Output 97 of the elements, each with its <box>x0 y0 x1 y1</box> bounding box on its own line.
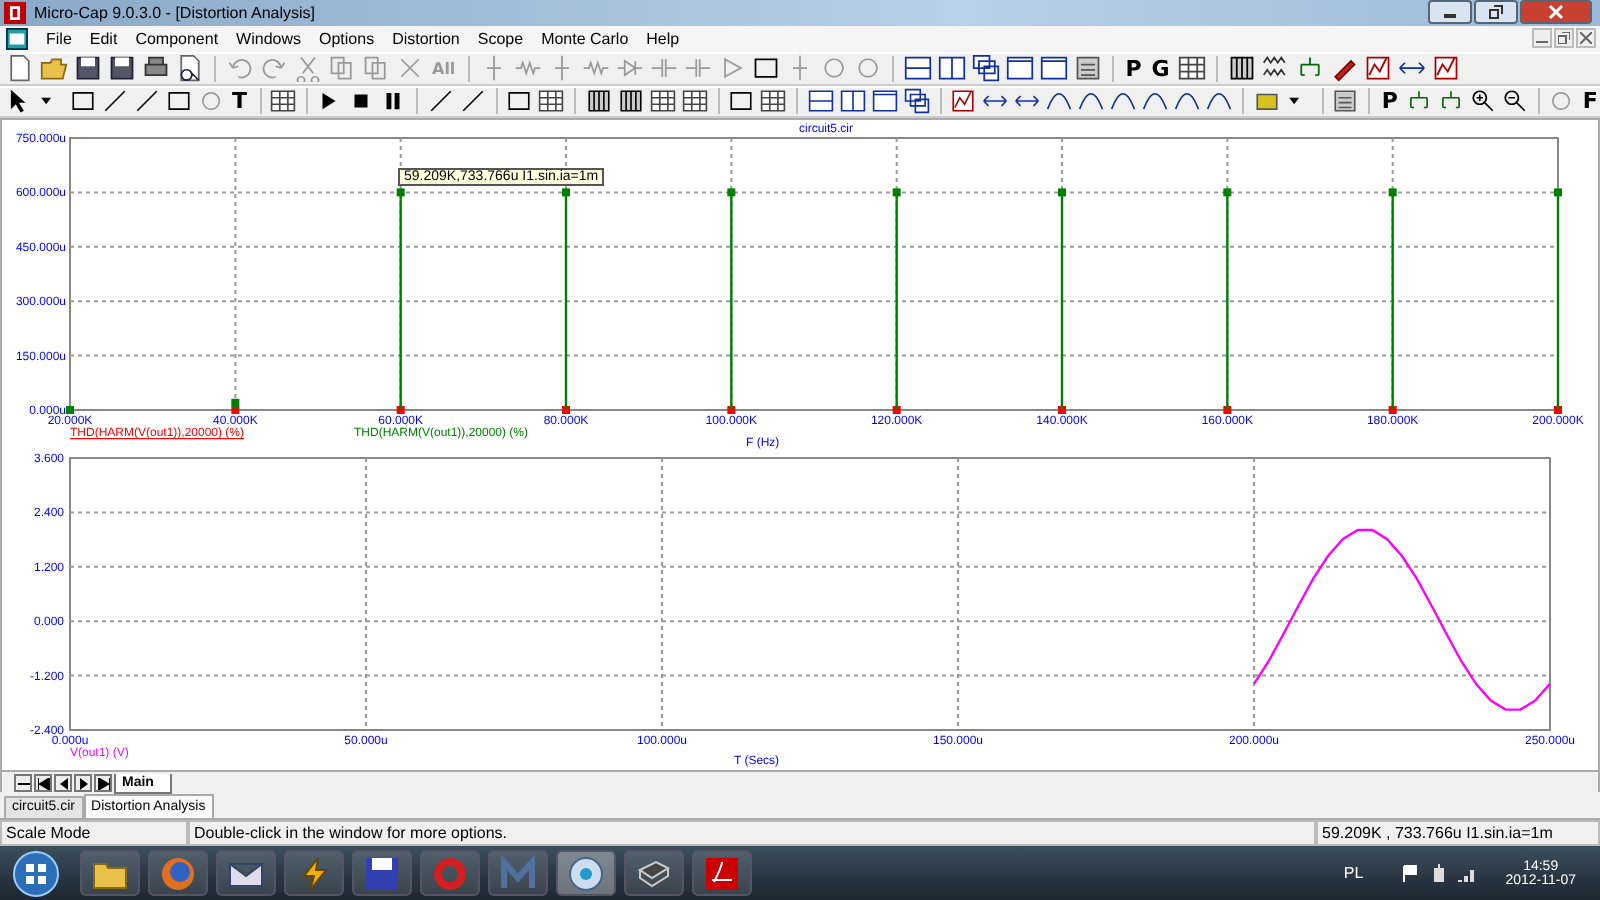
toolbar-button[interactable]: P <box>1379 88 1400 115</box>
last-icon <box>97 777 109 790</box>
menu-item[interactable]: Edit <box>89 29 118 48</box>
toolbar-button[interactable]: G <box>1149 55 1172 82</box>
start-button[interactable] <box>12 849 60 898</box>
status-hint: Double-click in the window for more options. <box>188 820 1316 847</box>
taskbar-app-button[interactable] <box>624 850 684 897</box>
menu-item[interactable]: Help <box>646 29 680 48</box>
signal-icon[interactable] <box>1457 864 1476 883</box>
minus-icon <box>17 777 29 790</box>
line-tool-icon[interactable] <box>459 88 486 115</box>
tile-horizontal-icon[interactable] <box>903 54 932 83</box>
minimize-button[interactable] <box>1532 28 1552 49</box>
window-icon[interactable] <box>1039 54 1068 83</box>
menu-item[interactable]: Windows <box>236 29 301 48</box>
tile-vertical-icon[interactable] <box>937 54 966 83</box>
restore-button[interactable] <box>1554 28 1574 49</box>
taskbar-app-button[interactable] <box>80 850 140 897</box>
menu-item[interactable]: File <box>46 29 72 48</box>
first-page-button[interactable] <box>34 774 52 793</box>
chart-icon[interactable] <box>950 88 977 115</box>
close-icon <box>1548 4 1564 21</box>
table-icon[interactable] <box>1227 54 1256 83</box>
menu-item[interactable]: Monte Carlo <box>541 29 629 48</box>
table-icon[interactable] <box>585 88 612 115</box>
close-button[interactable] <box>1576 28 1596 49</box>
peak-icon[interactable] <box>1174 88 1201 115</box>
rectangle-icon[interactable] <box>70 88 96 115</box>
envelope-icon <box>228 857 264 890</box>
left-triangle-icon <box>57 777 69 790</box>
save-icon[interactable] <box>74 54 102 83</box>
table-icon[interactable] <box>617 88 644 115</box>
line-tool-icon[interactable] <box>134 88 160 115</box>
restore-icon <box>1488 4 1504 21</box>
minimize-button[interactable] <box>1428 0 1472 25</box>
grid-icon[interactable] <box>649 88 676 115</box>
menu-item[interactable]: Component <box>135 29 219 48</box>
tile-vertical-icon[interactable] <box>839 88 866 115</box>
peak-icon[interactable] <box>1110 88 1137 115</box>
zoom-in-icon[interactable] <box>1469 88 1496 115</box>
rectangle-icon[interactable] <box>166 88 192 115</box>
status-mode: Scale Mode <box>0 820 188 847</box>
globe-icon <box>160 855 196 892</box>
taskbar-app-button[interactable] <box>352 850 412 897</box>
previous-page-button[interactable] <box>54 774 72 793</box>
document-window-icon[interactable] <box>6 27 28 50</box>
window-title: Micro-Cap 9.0.3.0 - [Distortion Analysis] <box>34 3 315 22</box>
toolbar-button[interactable]: T <box>230 88 250 115</box>
book-icon <box>636 857 672 890</box>
next-page-button[interactable] <box>74 774 92 793</box>
m-logo-icon <box>500 855 536 892</box>
close-icon <box>1580 32 1592 45</box>
first-icon <box>37 777 49 790</box>
chart-icon[interactable] <box>1431 54 1460 83</box>
rectangle-icon[interactable] <box>506 88 533 115</box>
restore-icon <box>1558 32 1570 45</box>
taskbar-app-button[interactable] <box>284 850 344 897</box>
ring-icon <box>432 855 468 892</box>
rectangle-icon[interactable] <box>728 88 755 115</box>
taskbar-app-button[interactable] <box>556 850 616 897</box>
close-button[interactable] <box>1520 0 1592 25</box>
taskbar-app-button[interactable] <box>216 850 276 897</box>
folder-icon <box>92 857 128 890</box>
zoom-out-icon[interactable] <box>1501 88 1528 115</box>
folder-icon[interactable] <box>40 54 68 83</box>
pdf-icon <box>704 855 740 892</box>
toolbar-button[interactable]: P <box>1123 55 1144 82</box>
lightning-icon <box>296 855 332 892</box>
toolbar-button[interactable]: F <box>1580 88 1600 115</box>
flag-icon[interactable] <box>1401 864 1420 883</box>
menu-item[interactable]: Options <box>319 29 375 48</box>
line-tool-icon[interactable] <box>102 88 128 115</box>
cascade-icon[interactable] <box>903 88 930 115</box>
grid-icon[interactable] <box>760 88 787 115</box>
grid-icon[interactable] <box>1177 54 1206 83</box>
taskbar-app-button[interactable] <box>692 850 752 897</box>
language-indicator[interactable]: PL <box>1343 864 1364 883</box>
line-tool-icon[interactable] <box>427 88 454 115</box>
cascade-icon[interactable] <box>971 54 1000 83</box>
window-icon[interactable] <box>871 88 898 115</box>
maximize-button[interactable] <box>1474 0 1518 25</box>
menu-item[interactable]: Distortion <box>392 29 460 48</box>
status-cursor: 59.209K , 733.766u I1.sin.ia=1m <box>1316 820 1600 847</box>
peak-icon[interactable] <box>1046 88 1073 115</box>
grid-icon[interactable] <box>538 88 565 115</box>
grid-icon[interactable] <box>270 88 296 115</box>
menu-item[interactable]: Scope <box>477 29 524 48</box>
plot-window-icon[interactable] <box>1363 54 1392 83</box>
grid-icon[interactable] <box>681 88 708 115</box>
right-triangle-icon <box>77 777 89 790</box>
window-icon[interactable] <box>1005 54 1034 83</box>
last-page-button[interactable] <box>94 774 112 793</box>
scroll-button[interactable] <box>14 774 32 793</box>
disc-icon <box>568 855 604 892</box>
new-document-icon[interactable] <box>6 54 34 83</box>
tile-horizontal-icon[interactable] <box>807 88 834 115</box>
print-preview-icon[interactable] <box>176 54 204 83</box>
